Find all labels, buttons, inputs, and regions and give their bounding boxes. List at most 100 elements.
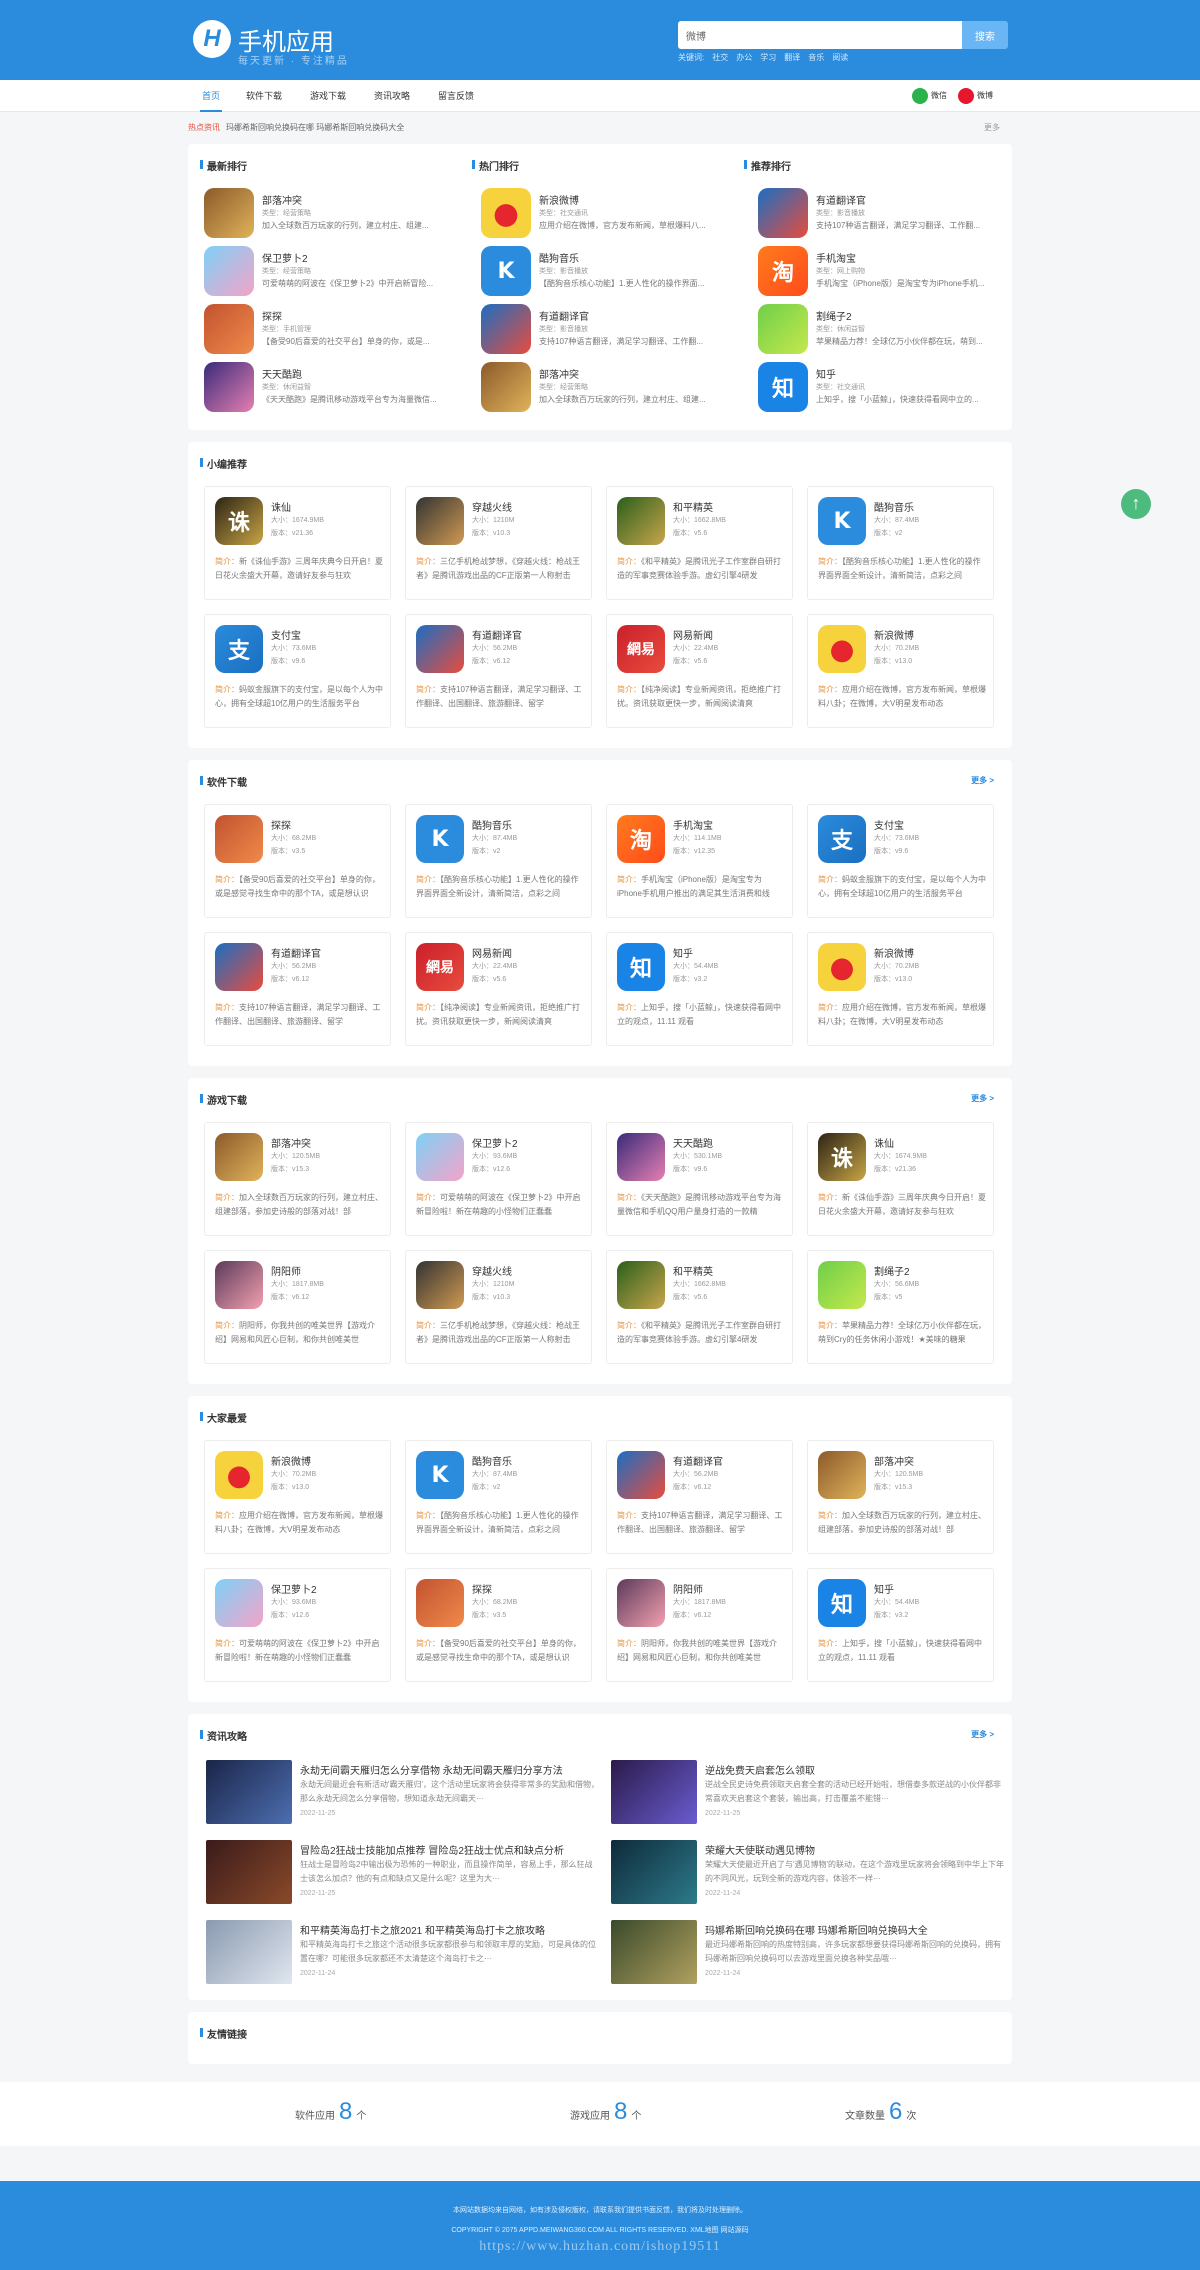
app-name[interactable]: 支付宝 [874,817,904,832]
app-name[interactable]: 知乎 [673,945,693,960]
back-to-top-button[interactable]: ↑ [1121,489,1151,519]
news-title[interactable]: 玛娜希斯回响兑换码在哪 玛娜希斯回响兑换码大全 [705,1922,1005,1937]
app-card[interactable]: 新浪微博 大小：70.2MB 版本：v13.0 简介：应用介绍在微博，官方发布新闻，草… [807,614,994,728]
keyword-link[interactable]: 音乐 [808,53,824,62]
app-icon[interactable] [204,362,254,412]
rank-item[interactable]: 新浪微博 类型：社交通讯 应用介绍在微博，官方发布新闻，草根爆料八... [481,188,751,238]
app-card[interactable]: 阴阳师 大小：1817.8MB 版本：v6.12 简介：阴阳师，你我共创的唯美世界【游… [606,1568,793,1682]
app-card[interactable]: 新浪微博 大小：70.2MB 版本：v13.0 简介：应用介绍在微博，官方发布新闻，草… [204,1440,391,1554]
rank-app-name[interactable]: 新浪微博 [539,192,579,207]
news-more-link[interactable]: 更多 > [971,1729,994,1740]
app-icon[interactable] [215,943,263,991]
news-thumbnail[interactable] [611,1920,697,1984]
rank-app-name[interactable]: 天天酷跑 [262,366,302,381]
app-card[interactable]: 阴阳师 大小：1817.8MB 版本：v6.12 简介：阴阳师，你我共创的唯美世界【游… [204,1250,391,1364]
app-card[interactable]: 知知乎 大小：54.4MB 版本：v3.2 简介：上知乎，搜「小蓝鲸」，快速获得看网中… [606,932,793,1046]
rank-item[interactable]: 保卫萝卜2 类型：经营策略 可爱萌萌的阿波在《保卫萝卜2》中开启新冒险... [204,246,474,296]
app-name[interactable]: 手机淘宝 [673,817,713,832]
app-icon[interactable] [818,1451,866,1499]
news-thumbnail[interactable] [611,1840,697,1904]
app-icon[interactable]: 網易 [416,943,464,991]
app-card[interactable]: 探探 大小：68.2MB 版本：v3.5 简介：【备受90后喜爱的社交平台】单身的你，… [204,804,391,918]
app-icon[interactable]: 知 [818,1579,866,1627]
app-card[interactable]: 割绳子2 大小：56.6MB 版本：v5 简介：苹果精品力荐！全球亿万小伙伴都在玩，萌… [807,1250,994,1364]
app-card[interactable]: 部落冲突 大小：120.5MB 版本：v15.3 简介：加入全球数百万玩家的行列，建立… [204,1122,391,1236]
app-name[interactable]: 有道翻译官 [472,627,522,642]
rank-item[interactable]: 知知乎 类型：社交通讯 上知乎，搜「小蓝鲸」，快速获得看网中立的... [758,362,1028,412]
app-icon[interactable]: 網易 [617,625,665,673]
rank-app-name[interactable]: 探探 [262,308,282,323]
app-icon[interactable] [758,188,808,238]
section-more-link[interactable]: 更多 > [971,775,994,786]
rank-item[interactable]: K 酷狗音乐 类型：影音播放 【酷狗音乐核心功能】1.更人性化的操作界面... [481,246,751,296]
news-thumbnail[interactable] [611,1760,697,1824]
nav-games[interactable]: 游戏下载 [310,80,346,112]
rank-item[interactable]: 部落冲突 类型：经营策略 加入全球数百万玩家的行列，建立村庄、组建... [481,362,751,412]
app-card[interactable]: 網易 网易新闻 大小：22.4MB 版本：v5.6 简介：【纯净阅读】专业新闻资讯，拒绝… [405,932,592,1046]
app-icon[interactable] [818,943,866,991]
app-name[interactable]: 阴阳师 [271,1263,301,1278]
app-icon[interactable] [617,1579,665,1627]
app-card[interactable]: 支支付宝 大小：73.6MB 版本：v9.6 简介：蚂蚁金服旗下的支付宝，是以每个人为… [807,804,994,918]
app-icon[interactable] [818,1261,866,1309]
app-icon[interactable]: 知 [617,943,665,991]
app-icon[interactable]: 知 [758,362,808,412]
app-card[interactable]: 支支付宝 大小：73.6MB 版本：v9.6 简介：蚂蚁金服旗下的支付宝，是以每个人为… [204,614,391,728]
app-name[interactable]: 阴阳师 [673,1581,703,1596]
app-card[interactable]: 探探 大小：68.2MB 版本：v3.5 简介：【备受90后喜爱的社交平台】单身的你，… [405,1568,592,1682]
app-card[interactable]: 網易 网易新闻 大小：22.4MB 版本：v5.6 简介：【纯净阅读】专业新闻资讯，拒绝… [606,614,793,728]
news-item[interactable]: 永劫无间霸天雁归怎么分享借物 永劫无间霸天雁归分享方法 永劫无间最近会有新活动'霸… [206,1760,599,1824]
app-name[interactable]: 部落冲突 [874,1453,914,1468]
app-name[interactable]: 支付宝 [271,627,301,642]
app-name[interactable]: 新浪微博 [271,1453,311,1468]
app-name[interactable]: 保卫萝卜2 [271,1581,317,1596]
app-name[interactable]: 酷狗音乐 [472,1453,512,1468]
news-thumbnail[interactable] [206,1760,292,1824]
news-item[interactable]: 逆战免费天启套怎么领取 逆战全民史诗免费领取天启套全套的活动已经开始啦，想借泰多款… [611,1760,1001,1824]
app-name[interactable]: 网易新闻 [472,945,512,960]
nav-software[interactable]: 软件下载 [246,80,282,112]
rank-item[interactable]: 有道翻译官 类型：影音播放 支持107种语言翻译，满足学习翻译、工作翻... [481,304,751,354]
app-card[interactable]: K 酷狗音乐 大小：87.4MB 版本：v2 简介：【酷狗音乐核心功能】1.更人性化的操… [807,486,994,600]
app-icon[interactable] [617,1133,665,1181]
rank-app-name[interactable]: 手机淘宝 [816,250,856,265]
app-icon[interactable] [481,362,531,412]
app-name[interactable]: 和平精英 [673,1263,713,1278]
app-name[interactable]: 和平精英 [673,499,713,514]
section-more-link[interactable]: 更多 > [971,1093,994,1104]
app-icon[interactable]: 支 [818,815,866,863]
news-title[interactable]: 荣耀大天使联动遇见博物 [705,1842,1005,1857]
rank-item[interactable]: 有道翻译官 类型：影音播放 支持107种语言翻译，满足学习翻译、工作翻... [758,188,1028,238]
app-name[interactable]: 新浪微博 [874,627,914,642]
app-name[interactable]: 穿越火线 [472,1263,512,1278]
rank-app-name[interactable]: 有道翻译官 [816,192,866,207]
app-name[interactable]: 酷狗音乐 [874,499,914,514]
nav-news[interactable]: 资讯攻略 [374,80,410,112]
rank-app-name[interactable]: 有道翻译官 [539,308,589,323]
rank-item[interactable]: 探探 类型：手机管理 【备受90后喜爱的社交平台】单身的你，或是... [204,304,474,354]
keyword-link[interactable]: 办公 [736,53,752,62]
app-name[interactable]: 穿越火线 [472,499,512,514]
hot-more-link[interactable]: 更多 [984,112,1000,144]
app-name[interactable]: 有道翻译官 [673,1453,723,1468]
app-icon[interactable]: 淘 [617,815,665,863]
nav-home[interactable]: 首页 [199,80,223,112]
app-card[interactable]: 知知乎 大小：54.4MB 版本：v3.2 简介：上知乎，搜「小蓝鲸」，快速获得看网中… [807,1568,994,1682]
rank-item[interactable]: 淘手机淘宝 类型：网上购物 手机淘宝（iPhone版）是淘宝专为iPhone手机..… [758,246,1028,296]
search-input[interactable] [678,21,962,49]
news-title[interactable]: 和平精英海岛打卡之旅2021 和平精英海岛打卡之旅攻略 [300,1922,600,1937]
app-icon[interactable] [481,188,531,238]
app-icon[interactable] [416,625,464,673]
rank-app-name[interactable]: 保卫萝卜2 [262,250,308,265]
rank-app-name[interactable]: 部落冲突 [262,192,302,207]
app-card[interactable]: K 酷狗音乐 大小：87.4MB 版本：v2 简介：【酷狗音乐核心功能】1.更人性化的操… [405,804,592,918]
app-icon[interactable] [215,815,263,863]
news-title[interactable]: 永劫无间霸天雁归怎么分享借物 永劫无间霸天雁归分享方法 [300,1762,600,1777]
app-icon[interactable]: 淘 [758,246,808,296]
app-icon[interactable] [204,188,254,238]
keyword-link[interactable]: 翻译 [784,53,800,62]
news-item[interactable]: 和平精英海岛打卡之旅2021 和平精英海岛打卡之旅攻略 和平精英海岛打卡之旅这个活… [206,1920,596,1984]
app-icon[interactable]: 诛 [818,1133,866,1181]
app-name[interactable]: 探探 [472,1581,492,1596]
app-card[interactable]: 淘手机淘宝 大小：114.1MB 版本：v12.35 简介：手机淘宝（iPhone版）… [606,804,793,918]
